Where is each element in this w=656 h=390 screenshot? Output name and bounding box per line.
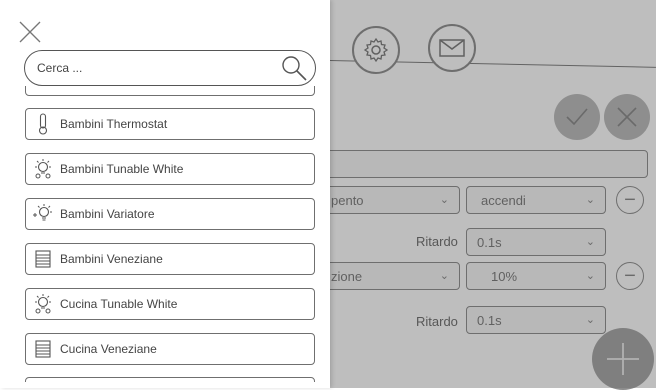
tunable-white-bulb-icon bbox=[26, 154, 60, 184]
search-input[interactable] bbox=[37, 59, 267, 77]
list-item[interactable] bbox=[25, 86, 315, 96]
close-drawer-button[interactable] bbox=[18, 20, 42, 44]
blinds-icon bbox=[26, 334, 60, 364]
device-list: Bambini Thermostat Bambini Tunable White bbox=[24, 86, 316, 382]
dim-overlay[interactable] bbox=[330, 0, 656, 388]
search-box bbox=[24, 50, 316, 86]
dimmer-bulb-icon bbox=[26, 199, 60, 229]
search-icon[interactable] bbox=[279, 53, 309, 88]
tunable-white-bulb-icon bbox=[26, 289, 60, 319]
list-item[interactable]: Bambini Variatore bbox=[25, 198, 315, 230]
blinds-icon bbox=[26, 244, 60, 274]
list-item[interactable] bbox=[25, 377, 315, 382]
list-item[interactable]: Cucina Veneziane bbox=[25, 333, 315, 365]
device-picker-drawer: Bambini Thermostat Bambini Tunable White bbox=[0, 0, 330, 388]
list-item[interactable]: Cucina Tunable White bbox=[25, 288, 315, 320]
close-icon bbox=[19, 21, 41, 43]
thermometer-icon bbox=[26, 109, 60, 139]
list-item[interactable]: Bambini Thermostat bbox=[25, 108, 315, 140]
list-item[interactable]: Bambini Veneziane bbox=[25, 243, 315, 275]
list-item[interactable]: Bambini Tunable White bbox=[25, 153, 315, 185]
